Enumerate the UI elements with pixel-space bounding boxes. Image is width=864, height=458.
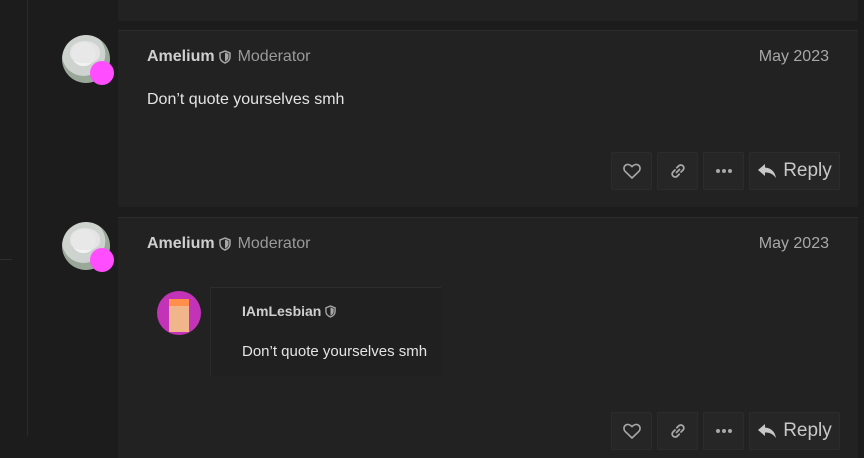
quote-meta: IAmLesbian [242, 303, 343, 319]
post-actions: Reply [611, 412, 840, 450]
post-meta: Amelium Moderator [147, 47, 311, 67]
heart-icon [622, 163, 641, 179]
reply-icon [758, 424, 777, 438]
status-dot [90, 248, 114, 272]
copy-link-button[interactable] [657, 412, 698, 450]
quote-avatar-art [169, 299, 189, 332]
reply-button[interactable]: Reply [749, 412, 840, 450]
quote-block [210, 287, 441, 376]
reply-label: Reply [783, 420, 832, 441]
role-badge: Moderator [237, 48, 311, 65]
post-actions: Reply [611, 152, 840, 190]
shield-icon [325, 304, 337, 318]
link-icon [670, 424, 685, 438]
like-button[interactable] [611, 152, 652, 190]
post-date[interactable]: May 2023 [759, 235, 829, 253]
username[interactable]: Amelium [147, 235, 215, 253]
previous-post [118, 0, 858, 21]
heart-icon [622, 423, 641, 439]
shield-icon [218, 237, 231, 251]
status-dot [90, 61, 114, 85]
more-button[interactable] [703, 152, 744, 190]
username[interactable]: Amelium [147, 48, 215, 66]
reply-icon [758, 164, 777, 178]
post-body: Don’t quote yourselves smh [147, 91, 345, 108]
role-badge: Moderator [237, 235, 311, 252]
avatar[interactable] [62, 35, 114, 85]
more-button[interactable] [703, 412, 744, 450]
more-icon [715, 169, 732, 173]
post-meta: Amelium Moderator [147, 234, 311, 254]
like-button[interactable] [611, 412, 652, 450]
quote-avatar[interactable] [157, 291, 201, 335]
avatar-art [70, 41, 100, 63]
more-icon [715, 429, 732, 433]
quote-username[interactable]: IAmLesbian [242, 303, 321, 319]
post-date[interactable]: May 2023 [759, 48, 829, 66]
avatar[interactable] [62, 222, 114, 272]
timeline-rail [27, 0, 28, 436]
copy-link-button[interactable] [657, 152, 698, 190]
link-icon [670, 164, 685, 178]
quote-body: Don’t quote yourselves smh [242, 343, 428, 360]
shield-icon [218, 50, 231, 64]
avatar-art [70, 228, 100, 250]
reply-label: Reply [783, 160, 832, 181]
timeline-divider [0, 259, 12, 260]
reply-button[interactable]: Reply [749, 152, 840, 190]
